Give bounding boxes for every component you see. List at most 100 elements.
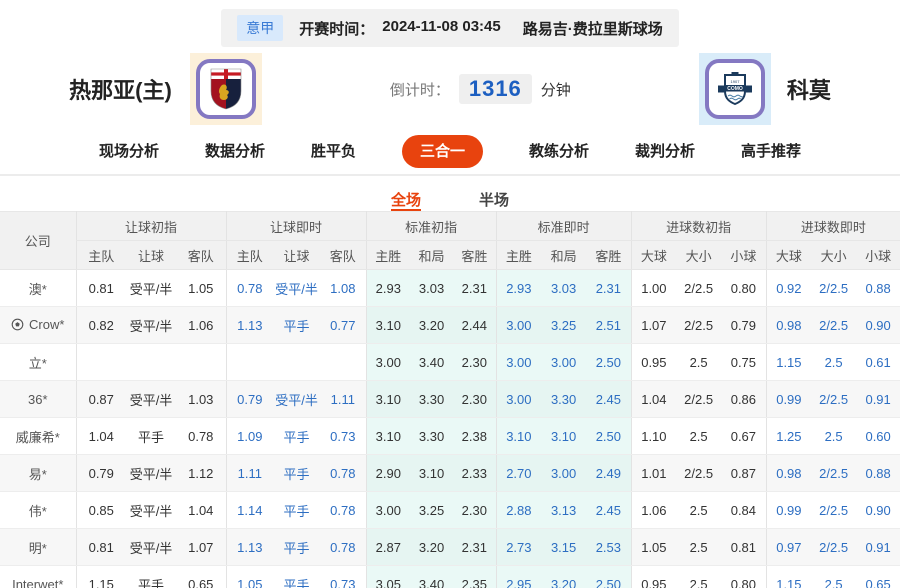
odds-cell: 1.13 <box>225 306 274 344</box>
odds-cell: 受平/半 <box>126 306 176 344</box>
company-cell: 伟* <box>0 491 76 529</box>
odds-cell: 2.73 <box>495 528 542 566</box>
odds-cell: 2.45 <box>586 380 632 418</box>
odds-cell: 1.05 <box>630 528 677 566</box>
odds-cell: 3.15 <box>541 528 587 566</box>
odds-cell: 2.5 <box>676 565 722 588</box>
odds-cell: 2.5 <box>676 417 722 455</box>
odds-cell: 0.81 <box>75 528 126 566</box>
odds-cell: 0.91 <box>856 528 900 566</box>
odds-cell: 0.87 <box>75 380 126 418</box>
odds-cell: 3.00 <box>495 380 542 418</box>
subcol-header: 主胜 <box>495 240 542 270</box>
odds-cell: 1.15 <box>75 565 126 588</box>
odds-cell: 0.78 <box>320 491 367 529</box>
odds-cell: 2.50 <box>586 343 632 381</box>
odds-cell: 0.82 <box>75 306 126 344</box>
odds-cell: 受平/半 <box>126 528 176 566</box>
odds-cell: 2.50 <box>586 565 632 588</box>
odds-cell: 2.90 <box>365 454 411 492</box>
company-name: Crow* <box>29 316 65 332</box>
odds-cell: 0.95 <box>630 343 677 381</box>
odds-cell: 3.03 <box>410 269 454 307</box>
league-badge: 意甲 <box>237 15 284 41</box>
odds-cell: 2.44 <box>453 306 497 344</box>
subcol-header: 客胜 <box>453 240 497 270</box>
company-name: 伟* <box>28 503 47 519</box>
odds-cell: 平手 <box>273 417 321 455</box>
odds-cell: 平手 <box>126 417 176 455</box>
odds-cell: 0.77 <box>320 306 367 344</box>
nav-tab-2[interactable]: 胜平负 <box>311 144 356 159</box>
odds-cell: 3.10 <box>410 454 454 492</box>
nav-tab-6[interactable]: 高手推荐 <box>741 144 801 159</box>
odds-cell: 0.79 <box>75 454 126 492</box>
company-name: 立* <box>28 355 47 371</box>
odds-cell: 受平/半 <box>126 269 176 307</box>
subtab-1[interactable]: 半场 <box>479 189 509 211</box>
odds-cell: 1.05 <box>225 565 274 588</box>
period-subtabs: 全场 半场 <box>0 176 900 211</box>
odds-cell <box>176 343 227 381</box>
kickoff-value: 2024-11-08 03:45 <box>382 17 501 35</box>
table-row: 伟* 0.85 受平/半 1.04 1.14 平手 0.78 3.00 3.25 2.30 2.88… <box>0 491 900 529</box>
odds-cell: 平手 <box>273 565 321 588</box>
odds-cell: 0.73 <box>320 417 367 455</box>
odds-cell: 0.78 <box>176 417 227 455</box>
odds-cell: 0.65 <box>856 565 900 588</box>
subtab-0[interactable]: 全场 <box>390 189 421 211</box>
odds-cell: 0.79 <box>721 306 767 344</box>
odds-cell: 1.12 <box>176 454 227 492</box>
odds-cell: 0.73 <box>320 565 367 588</box>
odds-cell: 1.04 <box>630 380 677 418</box>
nav-tab-4[interactable]: 教练分析 <box>529 144 589 159</box>
away-team-name: 科莫 <box>786 78 831 103</box>
odds-cell: 1.06 <box>630 491 677 529</box>
nav-tab-3[interactable]: 三合一 <box>401 135 483 168</box>
odds-cell: 0.87 <box>721 454 767 492</box>
group-header-4: 进球数初指 <box>630 211 767 241</box>
subcol-header: 小球 <box>856 240 900 270</box>
nav-tab-1[interactable]: 数据分析 <box>205 144 265 159</box>
odds-cell: 0.90 <box>856 491 900 529</box>
match-header: 热那亚(主) 倒计时： 1316 分钟 1907 COMO 科莫 <box>0 49 900 129</box>
nav-tab-5[interactable]: 裁判分析 <box>635 144 695 159</box>
group-header-3: 标准即时 <box>495 211 632 241</box>
odds-cell: 2.87 <box>365 528 411 566</box>
odds-cell: 平手 <box>273 491 321 529</box>
odds-cell: 1.04 <box>75 417 126 455</box>
odds-cell: 1.07 <box>176 528 227 566</box>
como-crest-icon: 1907 COMO <box>704 59 765 119</box>
svg-text:1907: 1907 <box>730 79 740 84</box>
odds-cell: 0.86 <box>721 380 767 418</box>
odds-cell: 2.31 <box>453 528 497 566</box>
odds-cell: 2/2.5 <box>811 269 857 307</box>
odds-cell: 1.13 <box>225 528 274 566</box>
odds-cell: 0.81 <box>721 528 767 566</box>
odds-cell: 1.15 <box>765 343 812 381</box>
odds-cell: 1.09 <box>225 417 274 455</box>
odds-cell: 1.14 <box>225 491 274 529</box>
odds-cell <box>126 343 176 381</box>
soccer-ball-icon <box>11 318 24 331</box>
odds-cell: 2.31 <box>586 269 632 307</box>
odds-cell <box>225 343 274 381</box>
odds-cell: 3.40 <box>410 343 454 381</box>
odds-cell: 2.5 <box>676 343 722 381</box>
company-name: 澳* <box>28 281 47 297</box>
odds-cell: 0.65 <box>176 565 227 588</box>
company-name: Interwet* <box>12 576 64 588</box>
nav-tab-0[interactable]: 现场分析 <box>99 144 159 159</box>
odds-cell: 1.06 <box>176 306 227 344</box>
odds-cell: 1.07 <box>630 306 677 344</box>
company-column-header: 公司 <box>0 211 76 270</box>
odds-cell: 2.95 <box>495 565 542 588</box>
odds-cell: 0.97 <box>765 528 812 566</box>
group-header-5: 进球数即时 <box>765 211 900 241</box>
table-row: Interwet* 1.15 平手 0.65 1.05 平手 0.73 3.05 3.40 2.3… <box>0 565 900 588</box>
odds-cell: 1.08 <box>320 269 367 307</box>
company-cell: 易* <box>0 454 76 492</box>
odds-cell: 1.00 <box>630 269 677 307</box>
odds-cell: 2.38 <box>453 417 497 455</box>
subcol-header: 客胜 <box>586 240 632 270</box>
